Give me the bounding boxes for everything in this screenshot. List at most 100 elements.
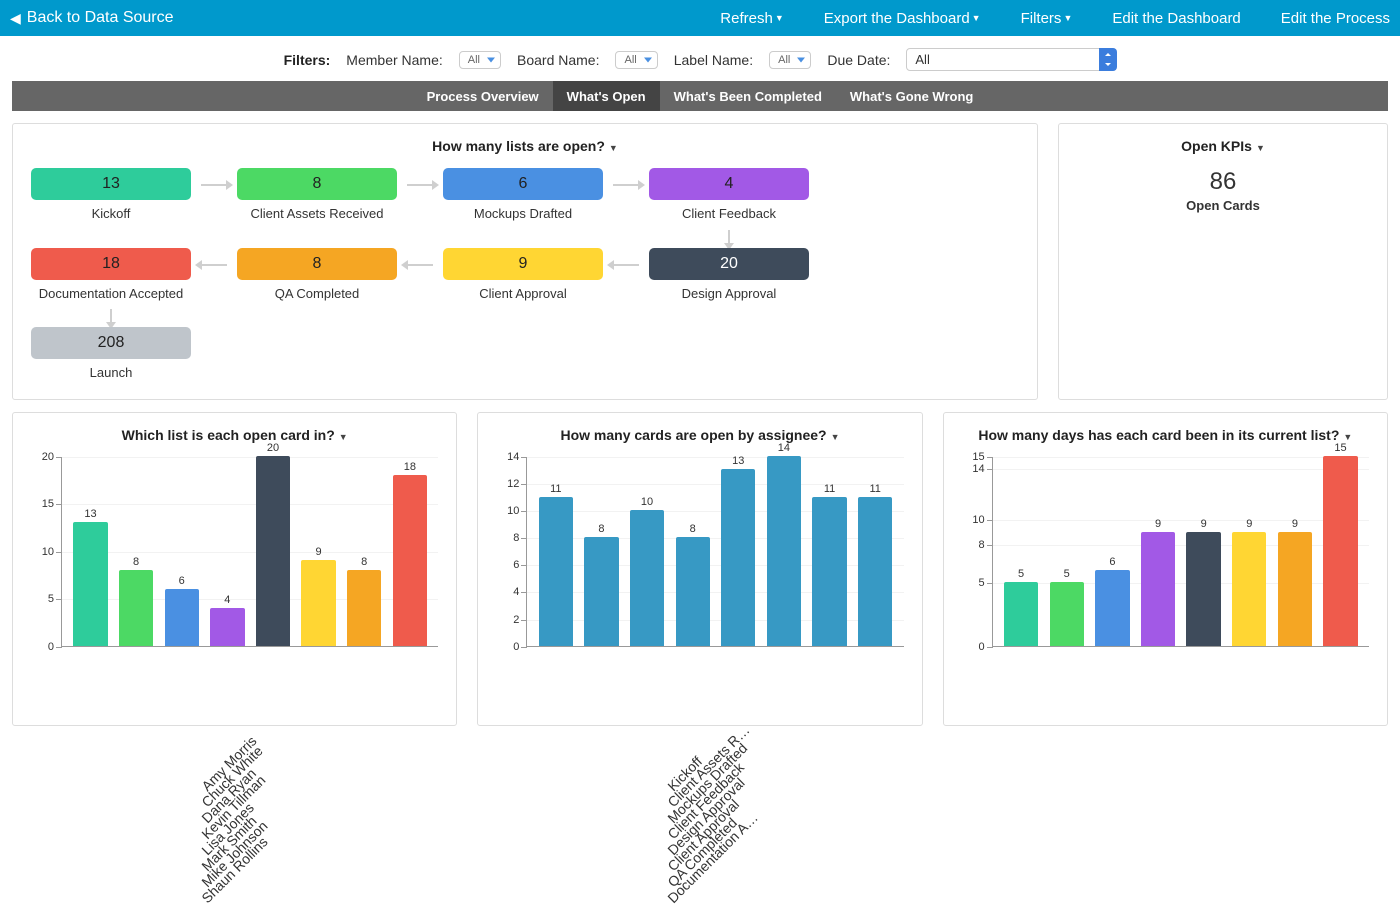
flow-box[interactable]: 8 [237,168,397,200]
bar-value-label: 20 [267,442,279,454]
export-menu[interactable]: Export the Dashboard▼ [824,10,981,27]
bar-value-label: 15 [1334,442,1346,454]
chart-title[interactable]: How many days has each card been in its … [962,427,1369,443]
chart-bar[interactable] [1278,532,1312,646]
chart-bar[interactable] [73,522,107,646]
flow-label: Client Assets Received [237,206,397,222]
flow-box[interactable]: 13 [31,168,191,200]
gridline [993,520,1369,521]
bar-value-label: 9 [1201,518,1207,530]
edit-dashboard-link[interactable]: Edit the Dashboard [1112,10,1240,27]
chart-title[interactable]: Which list is each open card in?▼ [31,427,438,443]
chart-bar[interactable] [1186,532,1220,646]
bar-value-label: 5 [1064,568,1070,580]
chart-bar[interactable] [767,456,801,646]
back-link[interactable]: ◀ Back to Data Source [10,9,174,27]
ytick-label: 4 [499,586,519,598]
label-select[interactable]: All [769,51,811,69]
topbar: ◀ Back to Data Source Refresh▼ Export th… [0,0,1400,36]
filter-row: Filters: Member Name: All Board Name: Al… [0,36,1400,81]
flow-box[interactable]: 8 [237,248,397,280]
flow-label: QA Completed [237,286,397,302]
filters-menu[interactable]: Filters▼ [1021,10,1073,27]
chart-bar[interactable] [630,510,664,646]
chart-bar[interactable] [165,589,199,646]
edit-process-link[interactable]: Edit the Process [1281,10,1390,27]
due-select-wrap: All [906,48,1116,71]
tab-strip: Process Overview What's Open What's Been… [12,81,1388,111]
chart-bar[interactable] [676,537,710,646]
chevron-down-icon: ▼ [972,13,981,23]
chart-bar[interactable] [721,469,755,645]
flow-label: Launch [31,365,191,381]
gridline [527,511,903,512]
chart-bar[interactable] [1232,532,1266,646]
arrow-left-icon: ◀ [10,10,21,27]
flow-label: Client Approval [443,286,603,302]
chart-title[interactable]: How many cards are open by assignee?▼ [496,427,903,443]
flow-box[interactable]: 6 [443,168,603,200]
tab-whats-completed[interactable]: What's Been Completed [660,81,836,111]
due-label: Due Date: [827,52,890,68]
chart-bar[interactable] [1095,570,1129,646]
arrow-icon [613,264,639,266]
bar-value-label: 8 [690,523,696,535]
flow-cell: 208 Launch [31,327,191,381]
due-select[interactable]: All [906,48,1116,71]
x-labels: KickoffClient Assets R…Mockups DraftedCl… [992,647,1369,707]
flow-cell: 13Kickoff [31,168,191,222]
flow-box[interactable]: 9 [443,248,603,280]
bar-value-label: 13 [84,508,96,520]
chart-bar[interactable] [1050,582,1084,645]
kpi-panel: Open KPIs▼ 86 Open Cards [1058,123,1388,400]
flow-panel: How many lists are open?▼ 13Kickoff 8 Clie… [12,123,1038,400]
board-select[interactable]: All [615,51,657,69]
chart-bar[interactable] [539,497,573,646]
gridline [527,484,903,485]
chevron-down-icon: ▼ [339,432,348,442]
flow-box[interactable]: 208 [31,327,191,359]
chart-bar[interactable] [256,456,290,646]
kpi-title[interactable]: Open KPIs▼ [1077,138,1369,154]
bar-value-label: 8 [133,556,139,568]
chart-bar[interactable] [1004,582,1038,645]
member-select[interactable]: All [459,51,501,69]
board-label: Board Name: [517,52,599,68]
chart-bar[interactable] [119,570,153,646]
bar-value-label: 13 [732,455,744,467]
arrow-icon [110,309,112,323]
arrow-icon [407,264,433,266]
bar-value-label: 14 [778,442,790,454]
back-label: Back to Data Source [27,9,174,27]
bar-value-label: 11 [550,483,561,495]
bar-value-label: 4 [224,594,230,606]
flow-cell: 8 Client Assets Received [237,168,397,222]
ytick-label: 0 [34,641,54,653]
due-select-stepper[interactable] [1099,48,1117,71]
bar-value-label: 9 [1292,518,1298,530]
flow-box[interactable]: 4 [649,168,809,200]
flow-box[interactable]: 18 [31,248,191,280]
topbar-actions: Refresh▼ Export the Dashboard▼ Filters▼ … [720,10,1390,27]
chart-bar[interactable] [1141,532,1175,646]
member-label: Member Name: [346,52,442,68]
chart-bar[interactable] [301,560,335,646]
ytick-label: 8 [965,539,985,551]
kpi-value: 86 [1077,168,1369,196]
chart-bar[interactable] [210,608,244,646]
chart-bar[interactable] [584,537,618,646]
ytick-label: 2 [499,614,519,626]
ytick-label: 5 [34,593,54,605]
flow-title[interactable]: How many lists are open?▼ [31,138,1019,154]
tab-process-overview[interactable]: Process Overview [413,81,553,111]
tab-whats-open[interactable]: What's Open [553,81,660,111]
refresh-menu[interactable]: Refresh▼ [720,10,783,27]
flow-box[interactable]: 20 [649,248,809,280]
arrow-icon [407,184,433,186]
flow-cell: 8 QA Completed [237,248,397,302]
bar-value-label: 11 [869,483,880,495]
chart-bar[interactable] [1323,456,1357,646]
ytick-label: 15 [965,451,985,463]
tab-whats-wrong[interactable]: What's Gone Wrong [836,81,987,111]
flow-grid: 13Kickoff8Client Assets Received6Mockups… [31,168,1019,381]
